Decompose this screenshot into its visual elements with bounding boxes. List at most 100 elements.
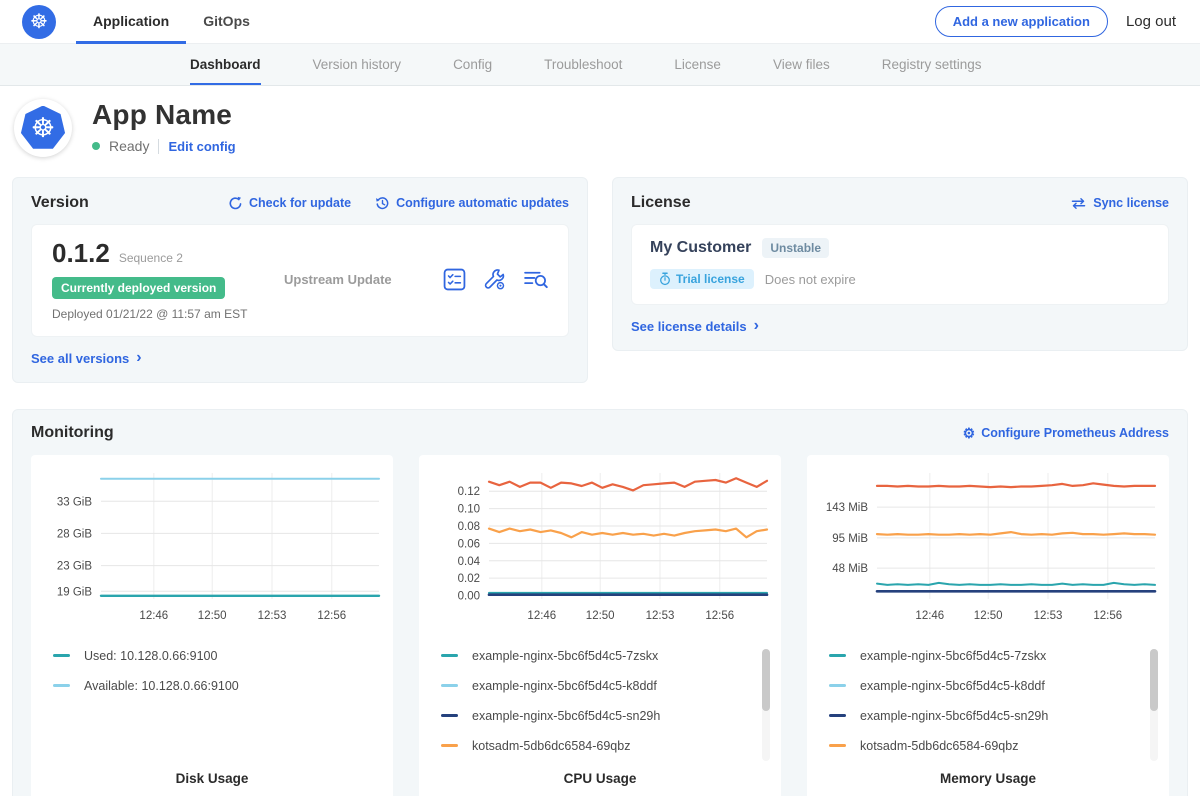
- cpu-usage-chart-card: 12:4612:5012:5312:560.000.020.040.060.08…: [419, 455, 781, 796]
- divider: [158, 139, 159, 154]
- svg-text:0.06: 0.06: [458, 538, 480, 550]
- sync-icon: [1070, 197, 1087, 210]
- version-actions: [443, 268, 548, 291]
- cpu-usage-legend: example-nginx-5bc6f5d4c5-7zskx example-ng…: [427, 649, 773, 765]
- svg-text:12:46: 12:46: [139, 610, 168, 622]
- legend-scrollbar[interactable]: [762, 649, 770, 761]
- disk-usage-legend: Used: 10.128.0.66:9100 Available: 10.128.…: [39, 649, 385, 765]
- legend-item: example-nginx-5bc6f5d4c5-7zskx: [441, 649, 773, 663]
- app-logo-wheel-icon: ☸: [31, 115, 55, 142]
- legend-label: example-nginx-5bc6f5d4c5-7zskx: [472, 649, 658, 663]
- version-title: Version: [31, 194, 89, 212]
- currently-deployed-badge: Currently deployed version: [52, 277, 225, 299]
- svg-text:12:56: 12:56: [1093, 610, 1122, 622]
- license-type-row: Trial license Does not expire: [650, 269, 1150, 289]
- preflight-checks-icon[interactable]: [443, 268, 466, 291]
- add-new-application-button[interactable]: Add a new application: [935, 6, 1108, 37]
- legend-label: example-nginx-5bc6f5d4c5-k8ddf: [472, 679, 657, 693]
- subnav-tab-version-history[interactable]: Version history: [313, 44, 402, 85]
- subnav-tab-version-history-label: Version history: [313, 57, 402, 72]
- legend-item: Used: 10.128.0.66:9100: [53, 649, 385, 663]
- svg-text:33 GiB: 33 GiB: [57, 496, 92, 508]
- tab-gitops[interactable]: GitOps: [186, 0, 267, 43]
- configure-prometheus-link[interactable]: ⚙ Configure Prometheus Address: [963, 426, 1169, 440]
- active-subtab-underline: [190, 83, 261, 85]
- version-source: Upstream Update: [278, 272, 443, 287]
- active-tab-underline: [76, 41, 186, 44]
- config-wrench-icon[interactable]: [483, 268, 506, 291]
- subnav-tab-config-label: Config: [453, 57, 492, 72]
- app-logo: ☸: [14, 99, 72, 157]
- legend-scrollbar-thumb[interactable]: [1150, 649, 1158, 711]
- customer-name: My Customer: [650, 239, 751, 257]
- gear-icon: ⚙: [963, 426, 976, 440]
- legend-item: example-nginx-5bc6f5d4c5-sn29h: [829, 709, 1161, 723]
- deployed-version-card: 0.1.2 Sequence 2 Currently deployed vers…: [31, 224, 569, 337]
- trial-license-label: Trial license: [676, 272, 745, 286]
- cards-row: Version Check for update Configure autom…: [0, 167, 1200, 383]
- version-card: Version Check for update Configure autom…: [12, 177, 588, 383]
- svg-text:0.08: 0.08: [458, 521, 480, 533]
- monitoring-title: Monitoring: [31, 424, 114, 442]
- license-card: License Sync license My Customer Unstabl…: [612, 177, 1188, 351]
- svg-text:12:53: 12:53: [258, 610, 287, 622]
- see-all-versions-link[interactable]: See all versions ›: [31, 350, 142, 366]
- see-license-details-label: See license details: [631, 319, 747, 334]
- see-all-versions-label: See all versions: [31, 351, 129, 366]
- subnav-tab-troubleshoot[interactable]: Troubleshoot: [544, 44, 622, 85]
- check-for-update-link[interactable]: Check for update: [228, 196, 351, 211]
- svg-text:0.12: 0.12: [458, 486, 480, 498]
- legend-dash-icon: [441, 684, 458, 687]
- legend-dash-icon: [829, 744, 846, 747]
- svg-text:12:50: 12:50: [974, 610, 1003, 622]
- legend-scrollbar[interactable]: [1150, 649, 1158, 761]
- svg-text:23 GiB: 23 GiB: [57, 560, 92, 572]
- legend-scrollbar-thumb[interactable]: [762, 649, 770, 711]
- svg-text:0.04: 0.04: [458, 555, 481, 567]
- charts-row: 12:4612:5012:5312:5619 GiB23 GiB28 GiB33…: [31, 455, 1169, 796]
- tab-application[interactable]: Application: [76, 0, 186, 43]
- svg-text:0.00: 0.00: [458, 590, 480, 602]
- subnav-tab-license-label: License: [674, 57, 721, 72]
- topnav-right: Add a new application Log out: [935, 6, 1176, 37]
- configure-automatic-updates-label: Configure automatic updates: [396, 196, 569, 210]
- customer-row: My Customer Unstable: [650, 238, 1150, 258]
- license-details-card: My Customer Unstable Trial license Does …: [631, 224, 1169, 305]
- disk-usage-chart: 12:4612:5012:5312:5619 GiB23 GiB28 GiB33…: [39, 465, 385, 635]
- subnav-tab-troubleshoot-label: Troubleshoot: [544, 57, 622, 72]
- sync-license-link[interactable]: Sync license: [1070, 196, 1169, 210]
- version-number-row: 0.1.2 Sequence 2: [52, 238, 278, 269]
- subnav-tab-registry-settings[interactable]: Registry settings: [882, 44, 982, 85]
- legend-dash-icon: [53, 654, 70, 657]
- memory-usage-chart-card: 12:4612:5012:5312:5648 MiB95 MiB143 MiB …: [807, 455, 1169, 796]
- legend-label: example-nginx-5bc6f5d4c5-7zskx: [860, 649, 1046, 663]
- legend-label: Available: 10.128.0.66:9100: [84, 679, 239, 693]
- subnav-tab-license[interactable]: License: [674, 44, 721, 85]
- svg-text:12:56: 12:56: [317, 610, 346, 622]
- top-navigation: ☸ Application GitOps Add a new applicati…: [0, 0, 1200, 44]
- subnav-tab-dashboard[interactable]: Dashboard: [190, 44, 261, 85]
- see-license-details-link[interactable]: See license details ›: [631, 318, 759, 334]
- memory-usage-chart: 12:4612:5012:5312:5648 MiB95 MiB143 MiB: [815, 465, 1161, 635]
- legend-label: example-nginx-5bc6f5d4c5-sn29h: [860, 709, 1048, 723]
- monitoring-panel: Monitoring ⚙ Configure Prometheus Addres…: [12, 409, 1188, 796]
- view-logs-icon[interactable]: [523, 268, 548, 291]
- logout-button[interactable]: Log out: [1126, 13, 1176, 30]
- version-card-header: Version Check for update Configure autom…: [31, 194, 569, 212]
- legend-dash-icon: [829, 654, 846, 657]
- schedule-icon: [375, 196, 390, 211]
- edit-config-link[interactable]: Edit config: [168, 139, 235, 154]
- subnav-tab-view-files-label: View files: [773, 57, 830, 72]
- svg-text:19 GiB: 19 GiB: [57, 586, 92, 598]
- subnav-tab-view-files[interactable]: View files: [773, 44, 830, 85]
- refresh-icon: [228, 196, 243, 211]
- monitoring-header: Monitoring ⚙ Configure Prometheus Addres…: [31, 424, 1169, 442]
- legend-item: kotsadm-5db6dc6584-69qbz: [441, 739, 773, 753]
- chevron-right-icon: ›: [754, 318, 759, 334]
- app-header-text: App Name Ready Edit config: [92, 99, 236, 154]
- subnav-tab-config[interactable]: Config: [453, 44, 492, 85]
- configure-automatic-updates-link[interactable]: Configure automatic updates: [375, 196, 569, 211]
- legend-label: example-nginx-5bc6f5d4c5-k8ddf: [860, 679, 1045, 693]
- version-header-links: Check for update Configure automatic upd…: [228, 196, 569, 211]
- app-name: App Name: [92, 99, 236, 131]
